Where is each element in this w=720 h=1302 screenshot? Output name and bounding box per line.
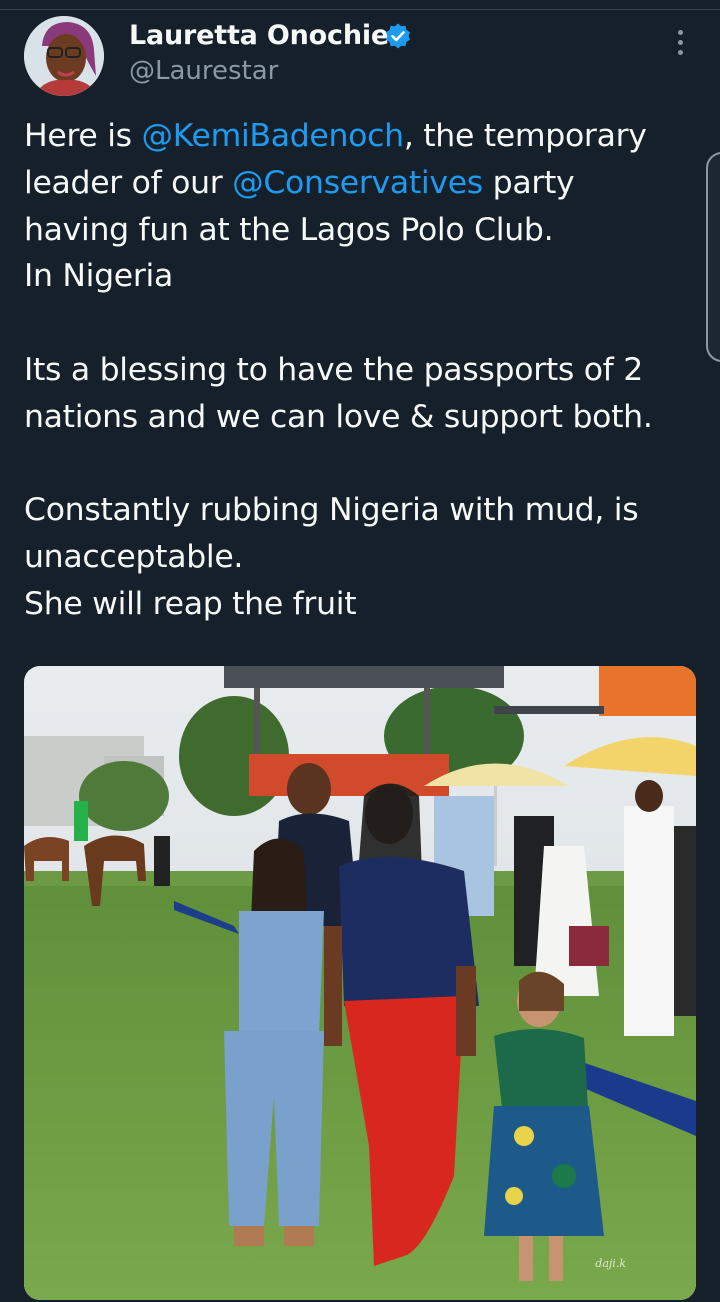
tweet-line: Its a blessing to have the passports of … xyxy=(24,351,643,388)
tweet-line: unacceptable. xyxy=(24,539,244,576)
mention-link-kemibadenoch[interactable]: @KemiBadenoch xyxy=(142,118,405,154)
photo-image xyxy=(24,666,696,1300)
tweet-text-segment: , the temporary xyxy=(403,118,647,154)
tweet-line: leader of our @Conservatives party xyxy=(24,160,704,207)
tweet-text-segment: leader of our xyxy=(24,164,233,201)
tweet-photo[interactable]: daji.k xyxy=(24,666,696,1300)
tweet-line: having fun at the Lagos Polo Club. xyxy=(24,211,554,248)
tweet-line: Here is @KemiBadenoch, the temporary xyxy=(24,113,704,160)
tweet-line: Constantly rubbing Nigeria with mud, is xyxy=(24,492,639,529)
mention-link-conservatives[interactable]: @Conservatives xyxy=(232,165,483,201)
tweet-line: nations and we can love & support both. xyxy=(24,398,653,435)
photo-watermark: daji.k xyxy=(595,1257,626,1270)
tweet-text: Here is @KemiBadenoch, the temporary lea… xyxy=(24,113,704,628)
avatar-image xyxy=(24,16,104,96)
verified-badge-icon xyxy=(386,23,410,49)
avatar[interactable] xyxy=(24,16,104,96)
more-options-icon[interactable] xyxy=(668,30,692,64)
top-divider xyxy=(0,9,720,10)
author-handle[interactable]: @Laurestar xyxy=(129,56,278,86)
tweet-text-segment: party xyxy=(482,164,575,201)
tweet-text-segment: Here is xyxy=(24,118,142,154)
tweet-line: In Nigeria xyxy=(24,258,173,295)
author-display-name[interactable]: Lauretta Onochie xyxy=(129,20,389,51)
tweet-line: She will reap the fruit xyxy=(24,585,357,622)
scrollbar-handle[interactable] xyxy=(706,152,720,362)
